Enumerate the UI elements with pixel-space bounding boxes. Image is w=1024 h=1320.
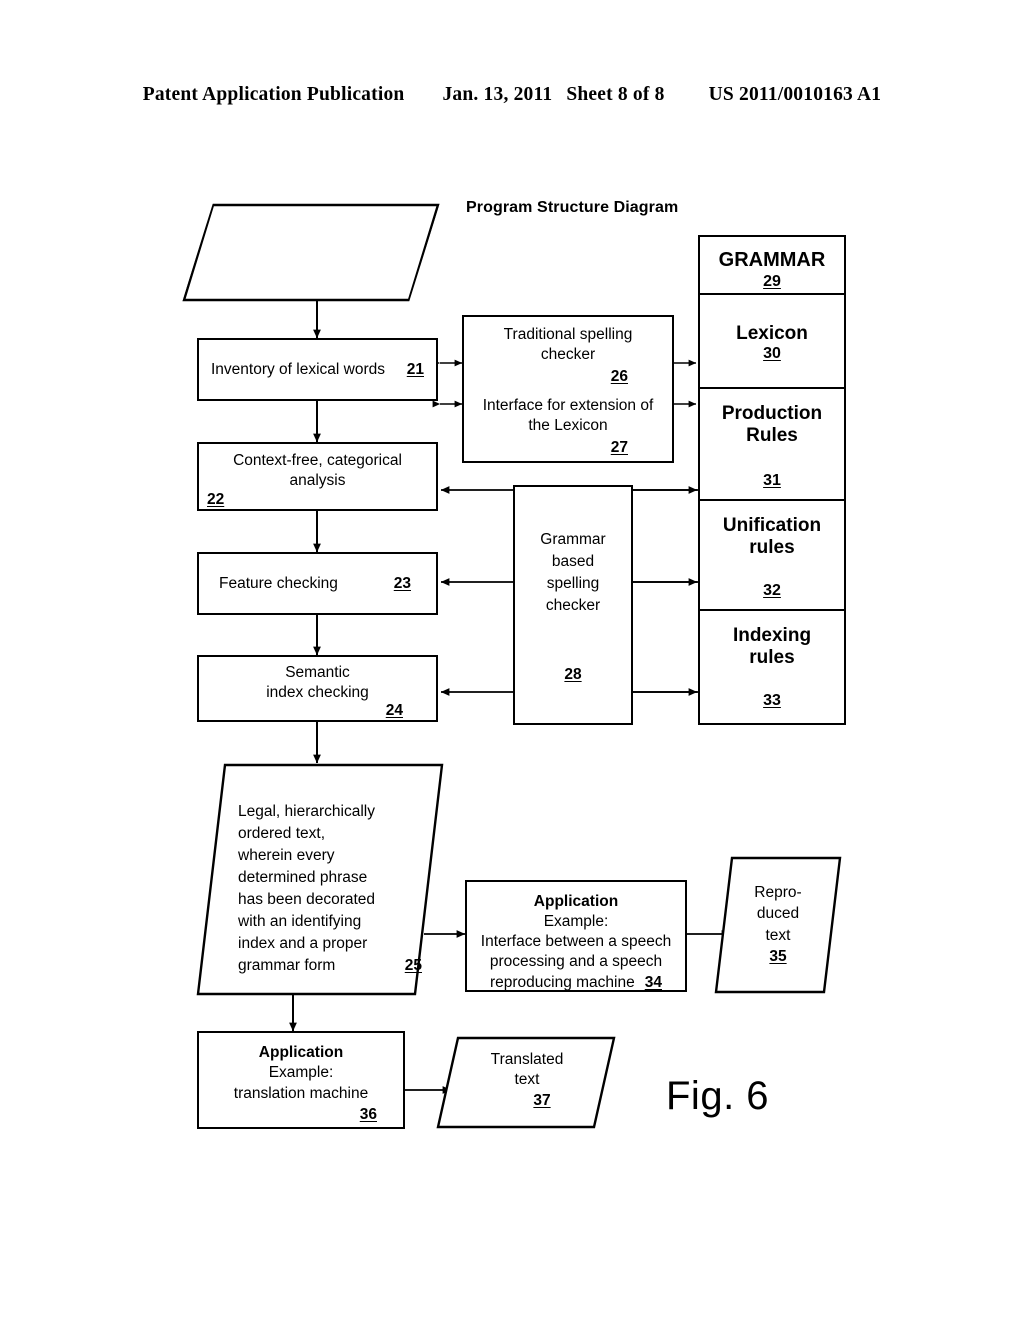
- node-34-line2: Example:: [543, 913, 609, 931]
- node-36-line2: Example:: [268, 1064, 334, 1082]
- node-24-line1: Semantic: [285, 664, 350, 681]
- node-31-production-rules: Production Rules 31: [700, 389, 844, 501]
- node-37-ref: 37: [533, 1091, 551, 1109]
- node-36-application-example-translation-machine: Application Example: translation machine…: [197, 1031, 405, 1129]
- node-28-grammar-based-spelling-checker: Grammar based spelling checker 28: [513, 485, 633, 725]
- node-24-ref: 24: [385, 702, 403, 719]
- node-25-line4: determined phrase: [238, 869, 368, 886]
- node-34-line5: reproducing machine: [489, 973, 635, 991]
- node-34-application-example-speech-interface: Application Example: Interface between a…: [465, 880, 687, 992]
- node-27-line2: the Lexicon: [528, 416, 608, 434]
- node-25-line2: ordered text,: [238, 825, 326, 842]
- node-22-ref: 22: [207, 491, 225, 508]
- node-31-line1: Production: [721, 403, 823, 424]
- node-29-grammar: GRAMMAR 29: [700, 237, 844, 295]
- node-22-context-free-categorical-analysis: Context-free, categorical analysis 22: [197, 442, 438, 511]
- node-35-reproduced-text: Repro- duced text 35: [714, 856, 842, 994]
- node-24-line2: index checking: [266, 683, 369, 701]
- node-25-line1: Legal, hierarchically: [238, 803, 375, 820]
- node-35-line3: text: [765, 926, 791, 944]
- node-33-line1: Indexing: [732, 625, 812, 646]
- node-33-line2: rules: [749, 647, 795, 669]
- figure-caption: Fig. 6: [666, 1074, 770, 1118]
- grammar-stack: GRAMMAR 29 Lexicon 30 Production Rules 3…: [698, 235, 846, 725]
- node-20-outline: [182, 203, 440, 302]
- node-29-ref: 29: [763, 272, 781, 290]
- node-26-ref: 26: [610, 368, 628, 385]
- node-29-title: GRAMMAR: [718, 249, 826, 271]
- node-28-line3: spelling: [546, 575, 600, 592]
- node-25-line3: wherein every: [238, 847, 335, 864]
- node-23-feature-checking: Feature checking 23: [197, 552, 438, 615]
- node-25-line8: grammar form: [238, 957, 336, 974]
- node-28-line2: based: [551, 553, 595, 570]
- node-35-ref: 35: [769, 948, 787, 966]
- node-28-line1: Grammar: [540, 531, 606, 548]
- node-32-line2: rules: [749, 537, 795, 559]
- node-33-indexing-rules: Indexing rules 33: [700, 611, 844, 723]
- node-32-line1: Unification: [722, 515, 822, 536]
- node-28-line4: checker: [545, 597, 601, 614]
- node-34-line1: Application: [533, 893, 619, 910]
- node-34-line4: processing and a speech: [489, 953, 663, 971]
- diagram-title: Program Structure Diagram: [466, 199, 679, 216]
- node-28-ref: 28: [564, 666, 582, 683]
- node-24-semantic-index-checking: Semantic index checking 24: [197, 655, 438, 722]
- node-36-line3: translation machine: [233, 1084, 369, 1102]
- node-21-inventory-of-lexical-words: Inventory of lexical words 21: [197, 338, 438, 401]
- program-structure-diagram: Program Structure Diagram Inventory of l…: [0, 0, 1024, 1320]
- node-32-unification-rules: Unification rules 32: [700, 501, 844, 611]
- node-20-sequence-of-wordforms: Sequence of wordForms and punctuation ma…: [182, 203, 440, 302]
- node-30-title: Lexicon: [736, 323, 808, 344]
- node-36-ref: 36: [359, 1106, 377, 1123]
- node-37-line2: text: [514, 1071, 540, 1089]
- node-37-line1: Translated: [490, 1051, 564, 1068]
- node-34-ref: 34: [644, 973, 662, 991]
- node-27-line1: Interface for extension of: [482, 397, 654, 414]
- node-25-ref: 25: [404, 957, 422, 974]
- node-35-line2: duced: [756, 905, 800, 923]
- node-23-text: Feature checking: [219, 575, 338, 592]
- node-21-text: Inventory of lexical words: [211, 361, 386, 378]
- node-34-line3: Interface between a speech: [480, 933, 672, 951]
- node-25-line5: has been decorated: [238, 891, 376, 908]
- node-30-ref: 30: [763, 345, 781, 363]
- node-23-ref: 23: [393, 575, 411, 592]
- node-31-ref: 31: [763, 471, 781, 489]
- node-30-lexicon: Lexicon 30: [700, 295, 844, 389]
- node-26-27-spelling-checker-and-lexicon-interface: Traditional spelling checker 26 Interfac…: [462, 315, 674, 463]
- node-25-line7: index and a proper: [238, 935, 368, 952]
- node-36-line1: Application: [258, 1044, 344, 1061]
- node-33-ref: 33: [763, 691, 781, 709]
- node-22-line1: Context-free, categorical: [233, 452, 402, 469]
- node-21-ref: 21: [406, 361, 424, 378]
- node-31-line2: Rules: [746, 425, 798, 447]
- node-26-line1: Traditional spelling: [503, 326, 633, 343]
- node-25-line6: with an identifying: [238, 913, 362, 930]
- node-37-translated-text: Translated text 37: [436, 1036, 616, 1129]
- node-25-legal-hierarchically-ordered-text: Legal, hierarchically ordered text, wher…: [196, 763, 444, 996]
- node-22-line2: analysis: [289, 471, 346, 489]
- node-35-line1: Repro-: [754, 884, 802, 901]
- node-26-line2: checker: [540, 345, 596, 363]
- node-27-ref: 27: [610, 439, 628, 456]
- node-32-ref: 32: [763, 581, 781, 599]
